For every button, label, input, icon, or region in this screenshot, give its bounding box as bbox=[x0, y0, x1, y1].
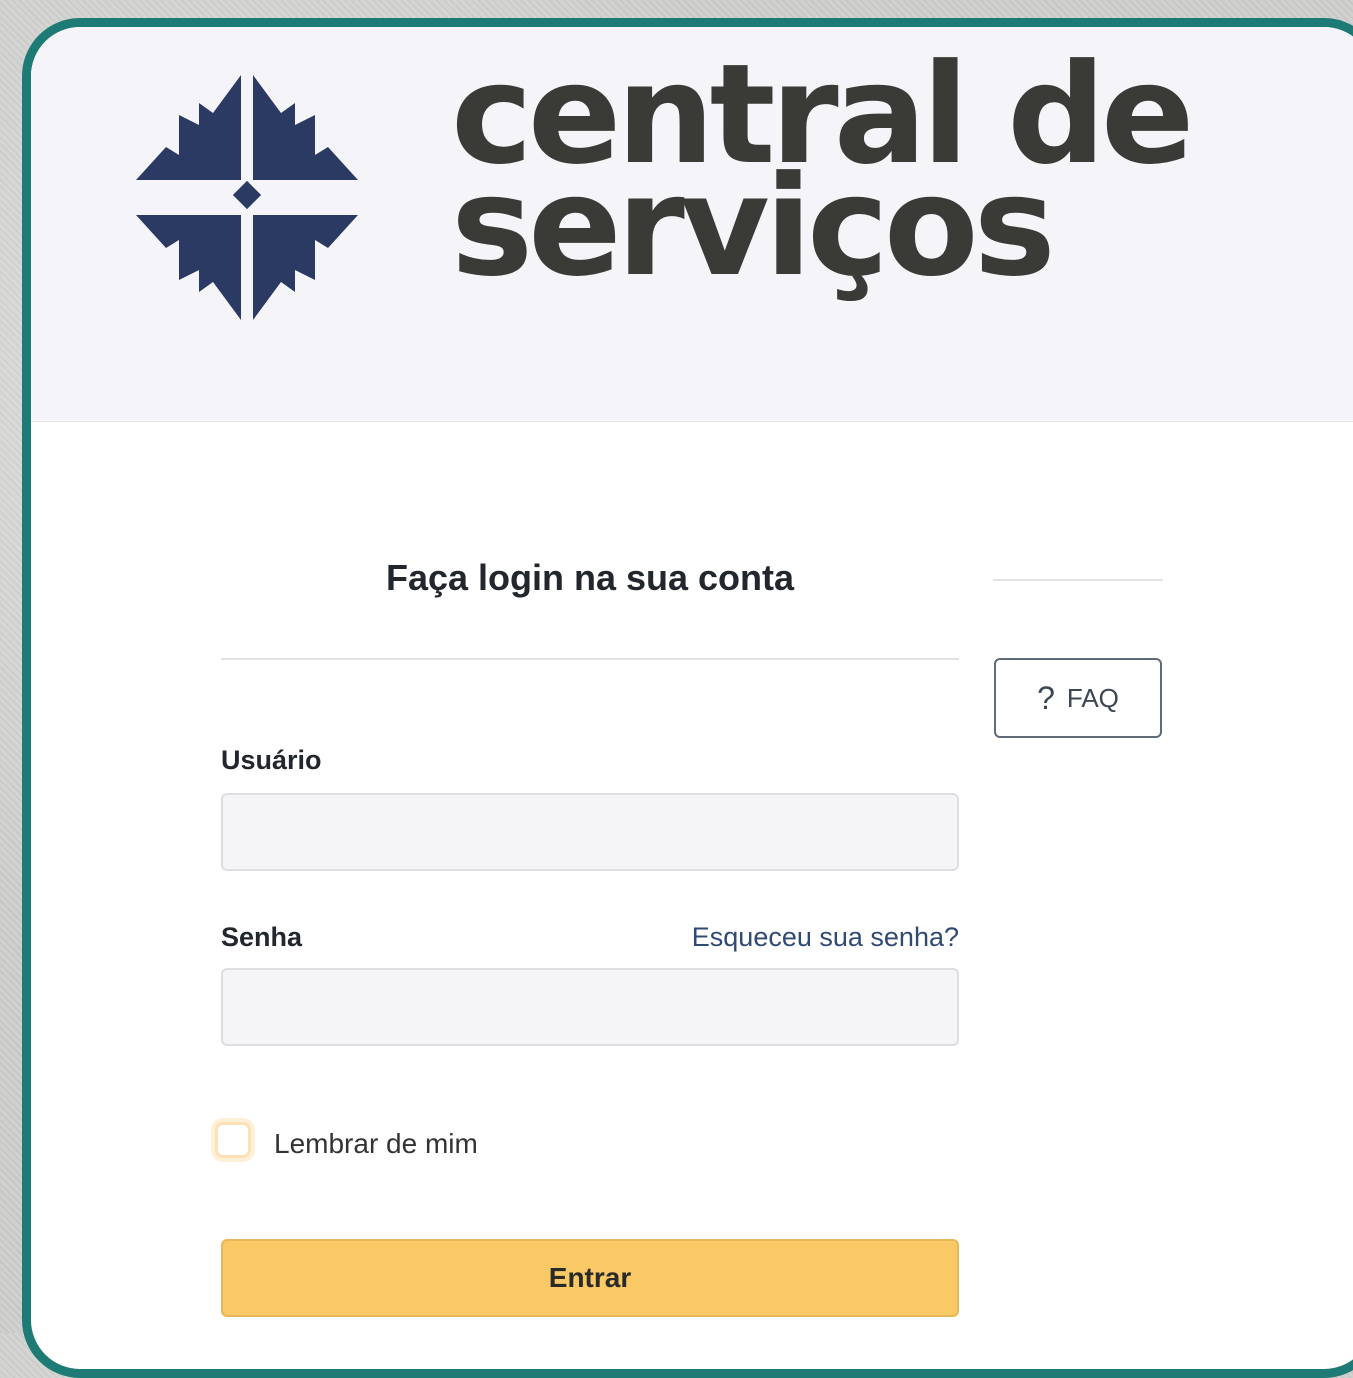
forgot-password-link[interactable]: Esqueceu sua senha? bbox=[692, 922, 959, 953]
remember-me-label[interactable]: Lembrar de mim bbox=[274, 1128, 478, 1160]
logo-text: central de serviços bbox=[451, 46, 1195, 296]
password-label: Senha bbox=[221, 922, 303, 952]
username-input[interactable] bbox=[221, 793, 959, 871]
login-submit-button[interactable]: Entrar bbox=[221, 1239, 959, 1317]
username-label: Usuário bbox=[221, 745, 322, 775]
faq-button[interactable]: ? FAQ bbox=[994, 658, 1162, 738]
remember-me-checkbox[interactable] bbox=[215, 1122, 251, 1158]
title-divider bbox=[221, 658, 959, 660]
question-icon: ? bbox=[1037, 679, 1055, 716]
page-title: Faça login na sua conta bbox=[385, 557, 795, 598]
login-card: central de serviços Faça login na sua co… bbox=[22, 18, 1353, 1378]
password-input[interactable] bbox=[221, 968, 959, 1046]
faq-label: FAQ bbox=[1066, 682, 1119, 713]
logo-mark-icon bbox=[136, 75, 358, 320]
header-banner: central de serviços bbox=[31, 27, 1353, 422]
faq-divider bbox=[993, 579, 1163, 581]
